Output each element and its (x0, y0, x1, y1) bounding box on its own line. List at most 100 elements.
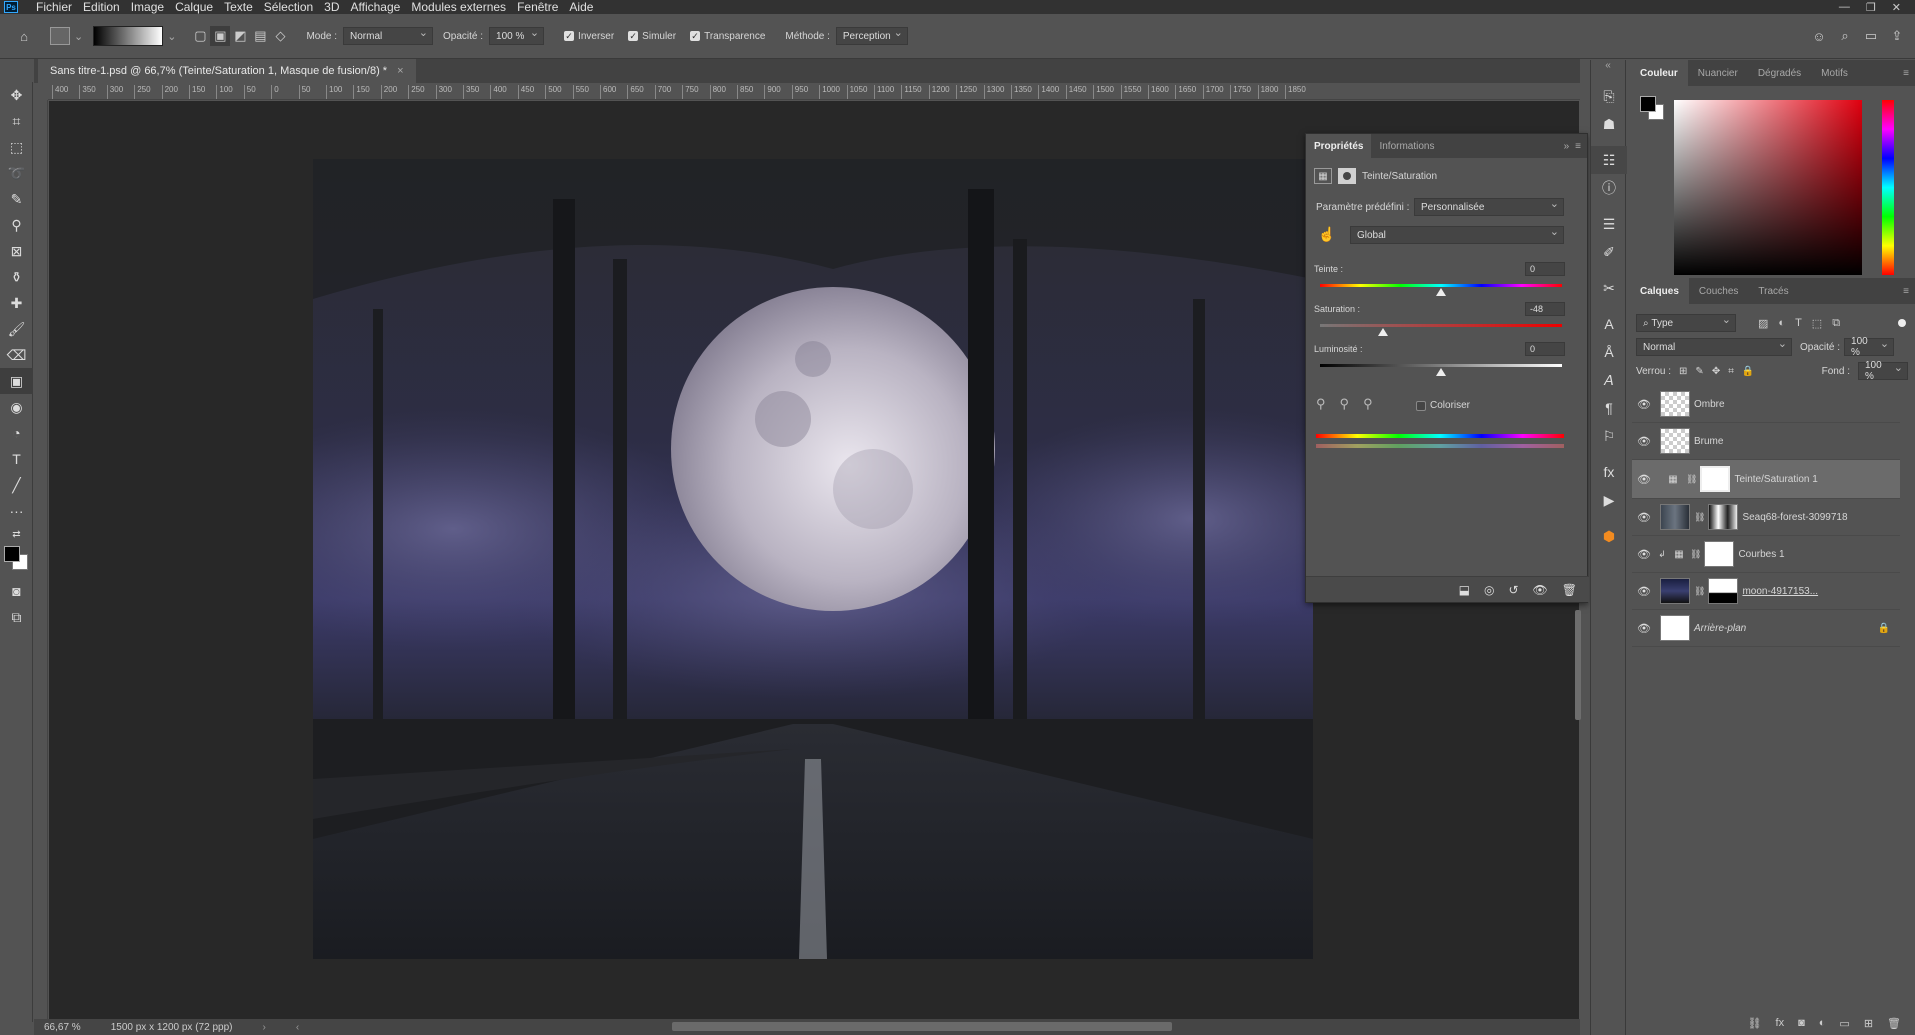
search-icon[interactable]: ⌕ (1835, 26, 1855, 46)
layer-name[interactable]: Seaq68-forest-3099718 (1742, 512, 1847, 523)
quick-select-tool-icon[interactable]: ✎ (0, 186, 33, 212)
angle-gradient-icon[interactable]: ◩ (230, 26, 250, 46)
smart-object-filter-icon[interactable]: ⧉ (1832, 317, 1840, 330)
plugin-cube-icon[interactable]: ⬢ (1591, 522, 1627, 550)
opacity-input[interactable]: 100 % (489, 26, 545, 45)
hue-input[interactable]: 0 (1525, 262, 1565, 276)
info-icon[interactable]: ⓘ (1591, 174, 1627, 202)
properties-icon[interactable]: ☷ (1591, 146, 1627, 174)
eyedropper-minus-icon[interactable]: ⚲ (1363, 396, 1373, 412)
new-group-icon[interactable]: ▭ (1839, 1017, 1849, 1030)
menu-help[interactable]: Aide (569, 0, 593, 14)
layer-name[interactable]: Ombre (1694, 399, 1725, 410)
link-icon[interactable]: ⛓ (1694, 586, 1705, 597)
layer-row-moon[interactable]: 👁 ⛓ moon-4917153... (1632, 573, 1900, 610)
new-adjustment-icon[interactable]: ◐ (1819, 1017, 1826, 1029)
lock-artboard-icon[interactable]: ⌗ (1728, 366, 1734, 377)
swap-colors-icon[interactable]: ⇄ (0, 524, 33, 544)
layer-name[interactable]: Brume (1694, 436, 1723, 447)
eye-icon[interactable]: 👁 (1632, 435, 1656, 448)
eye-icon[interactable]: 👁 (1632, 585, 1656, 598)
minimize-icon[interactable]: — (1839, 1, 1850, 14)
document-image[interactable] (313, 159, 1313, 959)
saturation-slider[interactable] (1320, 324, 1562, 336)
simulate-checkbox[interactable]: ✓ Simuler (628, 31, 676, 42)
more-tools-icon[interactable]: ··· (0, 498, 33, 524)
link-layers-icon[interactable]: ⛓ (1748, 1017, 1762, 1030)
share-user-icon[interactable]: ☺ (1809, 26, 1829, 46)
foreground-swatch[interactable] (1640, 96, 1656, 112)
layer-filter-select[interactable]: ⌕ Type (1636, 313, 1736, 332)
lock-all-icon[interactable]: 🔒 (1742, 366, 1754, 377)
character-styles-icon[interactable]: 𝘈 (1591, 366, 1627, 394)
expand-icon[interactable]: « (1591, 60, 1625, 82)
shape-filter-icon[interactable]: ⬚ (1812, 317, 1822, 330)
collapse-icon[interactable]: » (1564, 141, 1570, 152)
chevron-down-icon[interactable]: ⌄ (74, 30, 83, 43)
actions-play-icon[interactable]: ▶ (1591, 486, 1627, 514)
menu-type[interactable]: Texte (224, 0, 253, 14)
tools-icon[interactable]: ✂ (1591, 274, 1627, 302)
color-swatches[interactable] (0, 544, 33, 578)
adjustment-icon[interactable]: ▦ (1314, 168, 1332, 184)
mode-select[interactable]: Normal (343, 26, 434, 45)
tool-preset-icon[interactable] (50, 27, 70, 45)
eyedropper-icon[interactable]: ⚲ (1316, 396, 1326, 412)
lock-transparent-icon[interactable]: ⊞ (1679, 366, 1687, 377)
layer-row-hue-saturation[interactable]: 👁 ▦ ⛓ Teinte/Saturation 1 (1632, 460, 1900, 499)
layer-mask-thumbnail[interactable] (1700, 466, 1731, 492)
eye-icon[interactable]: 👁 (1632, 511, 1656, 524)
paragraph-styles-icon[interactable]: ⚐ (1591, 422, 1627, 450)
horizontal-scroll-thumb[interactable] (672, 1022, 1172, 1031)
layer-mask-thumbnail[interactable] (1704, 541, 1735, 567)
workspace-icon[interactable]: ▭ (1861, 26, 1881, 46)
layer-name[interactable]: moon-4917153... (1742, 586, 1818, 597)
saturation-slider-thumb[interactable] (1377, 328, 1388, 336)
target-adjust-icon[interactable]: ☝ (1318, 226, 1335, 243)
linear-gradient-icon[interactable]: ▢ (190, 26, 210, 46)
brush-tool-icon[interactable]: 🖌 (0, 316, 33, 342)
lasso-tool-icon[interactable]: ➰ (0, 160, 33, 186)
crop-tool-icon[interactable]: ⌗ (0, 108, 33, 134)
share-icon[interactable]: ⇪ (1887, 26, 1907, 46)
menu-image[interactable]: Image (131, 0, 164, 14)
blur-tool-icon[interactable]: ◉ (0, 394, 33, 420)
chevron-left-icon[interactable]: ‹ (296, 1022, 299, 1033)
colorize-checkbox[interactable]: Coloriser (1416, 400, 1470, 411)
link-icon[interactable]: ⛓ (1686, 474, 1697, 485)
paragraph-icon[interactable]: ¶ (1591, 394, 1627, 422)
preset-select[interactable]: Personnalisée (1414, 197, 1564, 216)
link-icon[interactable]: ⛓ (1690, 549, 1701, 560)
lightness-slider-thumb[interactable] (1436, 368, 1446, 376)
panel-menu-icon[interactable]: ≡ (1575, 141, 1581, 152)
color-swatches-mini[interactable] (1640, 96, 1668, 124)
eye-icon[interactable]: 👁 (1632, 548, 1656, 561)
tab-info[interactable]: Informations (1371, 134, 1442, 158)
range-select[interactable]: Global (1350, 225, 1564, 244)
history-icon[interactable]: ⎘ (1591, 82, 1627, 110)
menu-select[interactable]: Sélection (264, 0, 313, 14)
layer-mask-thumbnail[interactable] (1708, 578, 1739, 604)
menu-file[interactable]: Fichier (36, 0, 72, 14)
add-mask-icon[interactable]: ◙ (1798, 1017, 1805, 1029)
visibility-icon[interactable]: 👁 (1533, 583, 1548, 597)
foreground-color-swatch[interactable] (4, 546, 20, 562)
trash-icon[interactable]: 🗑 (1562, 583, 1577, 597)
fill-input[interactable]: 100 % (1858, 360, 1908, 382)
dodge-tool-icon[interactable]: ◔ (0, 420, 33, 446)
saturation-input[interactable]: -48 (1525, 302, 1565, 316)
color-picker-field[interactable] (1674, 100, 1862, 275)
tab-paths[interactable]: Tracés (1748, 278, 1798, 304)
reset-icon[interactable]: ↺ (1508, 583, 1518, 597)
eyedropper-tool-icon[interactable]: ⚲ (0, 212, 33, 238)
mask-icon[interactable] (1338, 168, 1356, 184)
path-select-tool-icon[interactable]: ╱ (0, 472, 33, 498)
quick-mask-icon[interactable]: ◙ (0, 578, 33, 604)
eyedropper-plus-icon[interactable]: ⚲ (1340, 396, 1350, 412)
vertical-scroll-thumb[interactable] (1575, 610, 1581, 720)
tab-gradients[interactable]: Dégradés (1748, 60, 1811, 86)
delete-layer-icon[interactable]: 🗑 (1887, 1017, 1901, 1030)
styles-fx-icon[interactable]: fx (1591, 458, 1627, 486)
stamp-tool-icon[interactable]: ⚱ (0, 264, 33, 290)
menu-3d[interactable]: 3D (324, 0, 339, 14)
